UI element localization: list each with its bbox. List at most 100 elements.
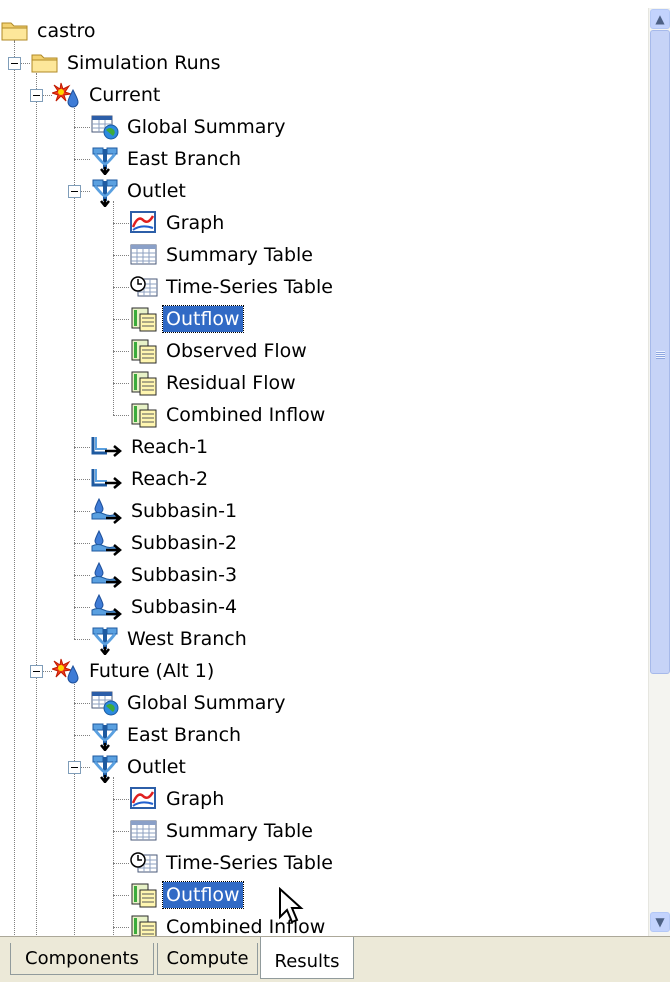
time-series-icon [129,305,159,333]
tree-connector-line [74,127,90,128]
scroll-down-icon[interactable]: ▼ [650,912,670,932]
folder-icon [30,49,60,77]
tab-label: Compute [166,948,249,969]
tree-node[interactable]: Time-Series Table [129,272,336,302]
tree-connector-line [113,415,129,416]
tree-connector-line [113,383,129,384]
scroll-thumb[interactable] [650,30,670,674]
tree-node-label: Reach-2 [131,468,209,490]
junction-icon [90,145,120,177]
tree-node[interactable]: Outflow [129,304,244,334]
time-series-icon [129,881,159,909]
tree-connector-line [113,927,129,928]
tree-node[interactable]: West Branch [90,624,250,657]
subbasin-icon [90,497,124,525]
tree-node-label: Subbasin-3 [131,564,238,586]
tree-connector-line [74,447,90,448]
tree-node[interactable]: Graph [129,208,227,238]
tree-connector-line [113,287,129,288]
tree-node[interactable]: East Branch [90,720,244,753]
mouse-cursor-icon [278,886,304,931]
tree-connector-line [113,831,129,832]
tree-connector-line [36,73,37,937]
tree-connector-line [113,895,129,896]
time-series-icon [129,401,159,429]
tree-connector-line [74,543,90,544]
summary-table-icon [129,817,159,845]
subbasin-icon [90,529,124,557]
tree-node[interactable]: Outflow [129,880,244,910]
tree-node[interactable]: Outlet [90,752,189,785]
tree-node-label: Subbasin-1 [131,500,238,522]
tree-node[interactable]: Subbasin-4 [90,592,240,622]
tree-node-label: East Branch [127,724,242,746]
tree-connector-line [113,255,129,256]
tree-node-label: Residual Flow [166,372,296,394]
tree-node[interactable]: Current [50,80,163,110]
junction-icon [90,753,120,785]
watershed-explorer-panel: castro Simulation Runs Current Global Summa… [0,0,670,982]
folder-icon [0,17,30,45]
collapse-toggle-icon[interactable] [30,89,43,102]
results-tree[interactable]: castro Simulation Runs Current Global Summa… [0,8,648,937]
tab-results[interactable]: Results [260,937,354,979]
tree-node-label: Current [89,84,161,106]
tab-components[interactable]: Components [10,943,154,975]
tree-node-label: Subbasin-2 [131,532,238,554]
time-series-icon [129,337,159,365]
tree-node[interactable]: castro [0,16,98,46]
collapse-toggle-icon[interactable] [68,185,81,198]
collapse-toggle-icon[interactable] [8,57,21,70]
tree-connector-line [74,639,90,640]
vertical-scrollbar[interactable]: ▲ ▼ [648,8,670,936]
tree-node[interactable]: Reach-2 [90,464,211,494]
tree-node-label: Future (Alt 1) [89,660,215,682]
tree-node[interactable]: Summary Table [129,816,316,846]
scroll-up-icon[interactable]: ▲ [650,9,670,29]
simulation-run-icon [50,657,82,685]
tree-node-label: Outlet [127,756,186,778]
graph-icon [129,209,159,237]
tree-node[interactable]: East Branch [90,144,244,177]
tree-node[interactable]: Graph [129,784,227,814]
tree-node-label: Subbasin-4 [131,596,238,618]
tree-node[interactable]: Time-Series Table [129,848,336,878]
tree-node[interactable]: Subbasin-2 [90,528,240,558]
subbasin-icon [90,561,124,589]
collapse-toggle-icon[interactable] [30,665,43,678]
tree-node-label: Summary Table [166,244,313,266]
tree-node[interactable]: Simulation Runs [30,48,224,78]
tree-node[interactable]: Subbasin-3 [90,560,240,590]
tree-node[interactable]: Global Summary [90,112,288,142]
tree-node[interactable]: Observed Flow [129,336,310,366]
tree-node[interactable]: Residual Flow [129,368,299,398]
collapse-toggle-icon[interactable] [68,761,81,774]
tree-connector-line [74,735,90,736]
tree-node[interactable]: Reach-1 [90,432,211,462]
reach-icon [90,433,124,461]
time-series-table-icon [129,273,159,301]
tab-label: Results [274,951,340,972]
tree-node-label: Simulation Runs [67,52,221,74]
tree-node[interactable]: Subbasin-1 [90,496,240,526]
tree-connector-line [113,351,129,352]
junction-icon [90,721,120,753]
tree-node-label: Outflow [162,305,244,333]
tab-compute[interactable]: Compute [157,943,258,975]
tree-node-label: castro [37,20,96,42]
summary-table-icon [129,241,159,269]
tree-node-label: East Branch [127,148,242,170]
global-summary-icon [90,689,120,717]
tree-node[interactable]: Future (Alt 1) [50,656,217,686]
tab-bar: Components Compute Results [0,936,670,982]
tree-node[interactable]: Summary Table [129,240,316,270]
tree-node-label: Global Summary [127,692,286,714]
tree-node[interactable]: Combined Inflow [129,400,328,430]
tree-node-label: Time-Series Table [166,276,333,298]
tree-node-label: Outflow [162,881,244,909]
tree-node-label: Global Summary [127,116,286,138]
tree-node[interactable]: Global Summary [90,688,288,718]
tree-connector-line [74,681,75,937]
tree-node-label: Observed Flow [166,340,307,362]
tree-node[interactable]: Outlet [90,176,189,209]
